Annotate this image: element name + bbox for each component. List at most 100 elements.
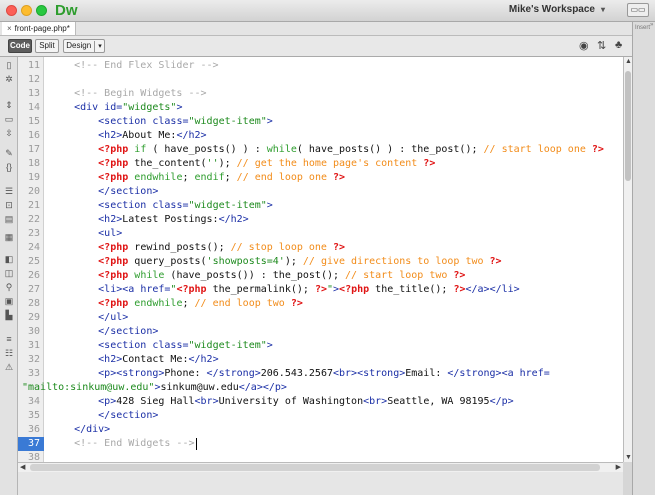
code-token: <?php: [50, 158, 135, 169]
move-css-icon[interactable]: ▣: [3, 295, 15, 307]
recent-snippets-icon[interactable]: ⚲: [3, 281, 15, 293]
code-token: while: [134, 270, 165, 281]
code-line[interactable]: </section>: [50, 325, 158, 339]
code-line[interactable]: <ul>: [50, 227, 122, 241]
code-token: </h2>: [188, 354, 219, 365]
code-line[interactable]: <h2>Contact Me:</h2>: [50, 353, 219, 367]
code-line[interactable]: <?php if ( have_posts() ) : while( have_…: [50, 143, 604, 157]
coding-toolbar: ▯ ✲ ⇕ ▭ ⇳ ✎ {} ☰ ⊡ ▤ ▦ ◧ ◫ ⚲ ▣ ▙ ≡ ☷ ⚠: [0, 57, 18, 495]
select-parent-tag-icon[interactable]: ✎: [3, 147, 15, 159]
code-token: >: [176, 102, 183, 113]
code-line[interactable]: <p>428 Sieg Hall<br>University of Washin…: [50, 395, 514, 409]
code-line[interactable]: <?php endwhile; endif; // end loop one ?…: [50, 171, 345, 185]
code-line[interactable]: <section class="widget-item">: [50, 115, 273, 129]
code-token: endwhile: [134, 298, 183, 309]
scroll-up-icon[interactable]: ▲: [625, 58, 632, 65]
expand-all-icon[interactable]: ⇳: [3, 127, 15, 139]
horizontal-scrollbar[interactable]: ◀ ▶: [18, 462, 623, 472]
code-line[interactable]: <!-- End Widgets -->: [50, 437, 194, 451]
code-token: ;: [224, 172, 237, 183]
code-line[interactable]: <h2>Latest Postings:</h2>: [50, 213, 249, 227]
code-token: <h2>: [50, 130, 123, 141]
design-view-button[interactable]: Design ▾: [63, 39, 105, 53]
indent-code-icon[interactable]: ▙: [3, 309, 15, 321]
right-panel-dock: Insert »: [632, 22, 655, 495]
open-documents-icon[interactable]: ▯: [3, 59, 15, 71]
warning-icon[interactable]: ⚠: [3, 361, 15, 373]
code-line[interactable]: <?php the_content(''); // get the home p…: [50, 157, 435, 171]
show-code-navigator-icon[interactable]: ✲: [3, 73, 15, 85]
code-token: </section>: [50, 410, 159, 421]
hierarchy-icon[interactable]: ♣: [615, 39, 622, 51]
code-line[interactable]: <p><strong>Phone: </strong>206.543.2567<…: [50, 367, 550, 381]
code-line[interactable]: <?php while (have_posts()) : the_post();…: [50, 269, 465, 283]
code-token: Seattle, WA 98195: [387, 396, 490, 407]
scroll-left-icon[interactable]: ◀: [20, 463, 25, 471]
code-line[interactable]: </ul>: [50, 311, 128, 325]
outdent-code-icon[interactable]: ≡: [3, 333, 15, 345]
code-line[interactable]: <!-- Begin Widgets -->: [50, 87, 206, 101]
minimize-window-button[interactable]: [21, 5, 32, 16]
wrap-tag-icon[interactable]: ◫: [3, 267, 15, 279]
collapse-full-tag-icon[interactable]: ⇕: [3, 99, 15, 111]
scroll-down-icon[interactable]: ▼: [625, 454, 632, 461]
scroll-right-icon[interactable]: ▶: [616, 463, 621, 471]
panel-collapse-icon[interactable]: »: [650, 22, 653, 28]
code-token: </section>: [50, 326, 159, 337]
code-line[interactable]: <?php endwhile; // end loop two ?>: [50, 297, 303, 311]
window-layout-button[interactable]: ▭▭: [627, 3, 649, 17]
code-token: <?php: [339, 284, 376, 295]
document-tab[interactable]: × front-page.php*: [2, 22, 76, 35]
preview-browser-icon[interactable]: ◉: [579, 39, 589, 52]
line-numbers-icon[interactable]: ☰: [3, 185, 15, 197]
code-token: >: [266, 116, 273, 127]
file-transfer-icon[interactable]: ⇅: [597, 39, 606, 52]
code-token: "mailto:sinkum@uw.edu": [22, 382, 155, 393]
code-line[interactable]: <h2>About Me:</h2>: [50, 129, 206, 143]
code-line[interactable]: <li><a href="<?php the_permalink(); ?>">…: [50, 283, 520, 297]
horizontal-scroll-thumb[interactable]: [30, 464, 600, 471]
syntax-coloring-icon[interactable]: ▤: [3, 213, 15, 225]
close-tab-icon[interactable]: ×: [7, 24, 12, 33]
code-view-button[interactable]: Code: [8, 39, 32, 53]
remove-comment-icon[interactable]: ◧: [3, 253, 15, 265]
code-line[interactable]: </section>: [50, 409, 158, 423]
code-token: <!-- End Flex Slider -->: [50, 60, 219, 71]
code-token: >: [266, 200, 273, 211]
vertical-scroll-thumb[interactable]: [625, 71, 631, 181]
code-editor[interactable]: 11 12 13 14 15 16 17 18 19 20 21 22 23 24 25 26 27 28 29 30…: [18, 57, 623, 462]
code-line[interactable]: </section>: [50, 185, 158, 199]
code-token: <?php: [50, 144, 135, 155]
code-token: <?php: [50, 270, 135, 281]
code-token: ?>: [489, 256, 502, 267]
zoom-window-button[interactable]: [36, 5, 47, 16]
highlight-invalid-code-icon[interactable]: ⊡: [3, 199, 15, 211]
workspace-switcher[interactable]: Mike's Workspace ▾: [509, 4, 605, 15]
chevron-down-icon: ▾: [600, 5, 605, 14]
code-token: href=: [140, 284, 171, 295]
vertical-scrollbar[interactable]: ▲ ▼: [623, 57, 632, 462]
code-line[interactable]: <section class="widget-item">: [50, 339, 273, 353]
code-line[interactable]: <?php rewind_posts(); // stop loop one ?…: [50, 241, 345, 255]
format-source-icon[interactable]: ☷: [3, 347, 15, 359]
code-line[interactable]: </div>: [50, 423, 110, 437]
code-token: // get the home page's content: [236, 158, 424, 169]
code-token: class=: [152, 200, 189, 211]
split-view-button[interactable]: Split: [35, 39, 59, 53]
close-window-button[interactable]: [6, 5, 17, 16]
code-line[interactable]: <?php query_posts('showposts=4'); // giv…: [50, 255, 502, 269]
code-token: '': [206, 158, 219, 169]
code-line[interactable]: <!-- End Flex Slider -->: [50, 59, 219, 73]
code-token: About Me:: [122, 130, 177, 141]
code-token: ( have_posts() ) : the_post();: [296, 144, 484, 155]
collapse-selection-icon[interactable]: ▭: [3, 113, 15, 125]
code-token: Contact Me:: [122, 354, 189, 365]
code-token: >: [266, 340, 273, 351]
code-line[interactable]: "mailto:sinkum@uw.edu">sinkum@uw.edu</a>…: [22, 381, 287, 395]
apply-comment-icon[interactable]: ▦: [3, 231, 15, 243]
code-line[interactable]: <div id="widgets">: [50, 101, 182, 115]
code-area[interactable]: <!-- End Flex Slider --> <!-- Begin Widg…: [18, 57, 623, 462]
insert-panel-tab[interactable]: Insert: [635, 25, 650, 31]
code-line[interactable]: <section class="widget-item">: [50, 199, 273, 213]
balance-braces-icon[interactable]: {}: [3, 161, 15, 173]
